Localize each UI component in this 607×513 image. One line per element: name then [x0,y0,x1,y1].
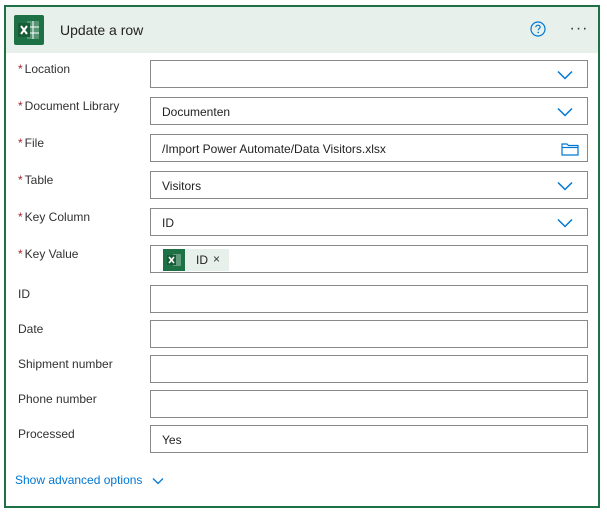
file-input[interactable]: /Import Power Automate/Data Visitors.xls… [150,134,588,162]
file-label: * File [18,136,45,150]
id-row: ID [6,285,598,313]
document-library-value: Documenten [162,105,231,119]
processed-value: Yes [162,433,182,447]
location-row: * Location [6,60,598,88]
id-label: ID [18,287,30,301]
file-value: /Import Power Automate/Data Visitors.xls… [162,142,386,156]
token-remove-icon[interactable]: × [213,252,220,266]
key-column-row: * Key Column ID [6,208,598,236]
shipment-number-row: Shipment number [6,355,598,383]
dynamic-content-token[interactable]: ID × [163,249,229,271]
chevron-down-icon[interactable] [557,107,573,117]
processed-input[interactable]: Yes [150,425,588,453]
required-mark: * [18,210,23,224]
document-library-row: * Document Library Documenten [6,97,598,125]
chevron-down-icon[interactable] [557,218,573,228]
processed-label: Processed [18,427,75,441]
processed-row: Processed Yes [6,425,598,453]
key-column-value: ID [162,216,174,230]
file-row: * File /Import Power Automate/Data Visito… [6,134,598,162]
phone-number-label: Phone number [18,392,97,406]
date-input[interactable] [150,320,588,348]
required-mark: * [18,136,23,150]
table-row: * Table Visitors [6,171,598,199]
card-title: Update a row [60,22,144,38]
date-label: Date [18,322,44,336]
token-label: ID [196,253,208,267]
excel-icon [163,249,185,271]
folder-icon[interactable] [561,142,579,156]
action-card: Update a row ··· * Location * Document Lib… [4,5,600,508]
chevron-down-icon[interactable] [152,477,164,485]
key-value-label: * Key Value [18,247,79,261]
document-library-label: * Document Library [18,99,120,113]
table-value: Visitors [162,179,202,193]
date-row: Date [6,320,598,348]
key-value-row: * Key Value ID × [6,245,598,273]
shipment-number-input[interactable] [150,355,588,383]
document-library-dropdown[interactable]: Documenten [150,97,588,125]
required-mark: * [18,99,23,113]
required-mark: * [18,173,23,187]
required-mark: * [18,62,23,76]
required-mark: * [18,247,23,261]
location-dropdown[interactable] [150,60,588,88]
chevron-down-icon[interactable] [557,70,573,80]
more-options-icon[interactable]: ··· [566,19,592,39]
key-column-label: * Key Column [18,210,91,224]
location-label: * Location [18,62,71,76]
id-input[interactable] [150,285,588,313]
card-header[interactable]: Update a row ··· [6,7,598,53]
table-dropdown[interactable]: Visitors [150,171,588,199]
help-circle-icon[interactable] [530,21,546,37]
table-label: * Table [18,173,54,187]
excel-icon [14,15,44,45]
key-column-dropdown[interactable]: ID [150,208,588,236]
show-advanced-options-link[interactable]: Show advanced options [15,473,142,487]
chevron-down-icon[interactable] [557,181,573,191]
key-value-input[interactable]: ID × [150,245,588,273]
phone-number-row: Phone number [6,390,598,418]
shipment-number-label: Shipment number [18,357,113,371]
phone-number-input[interactable] [150,390,588,418]
